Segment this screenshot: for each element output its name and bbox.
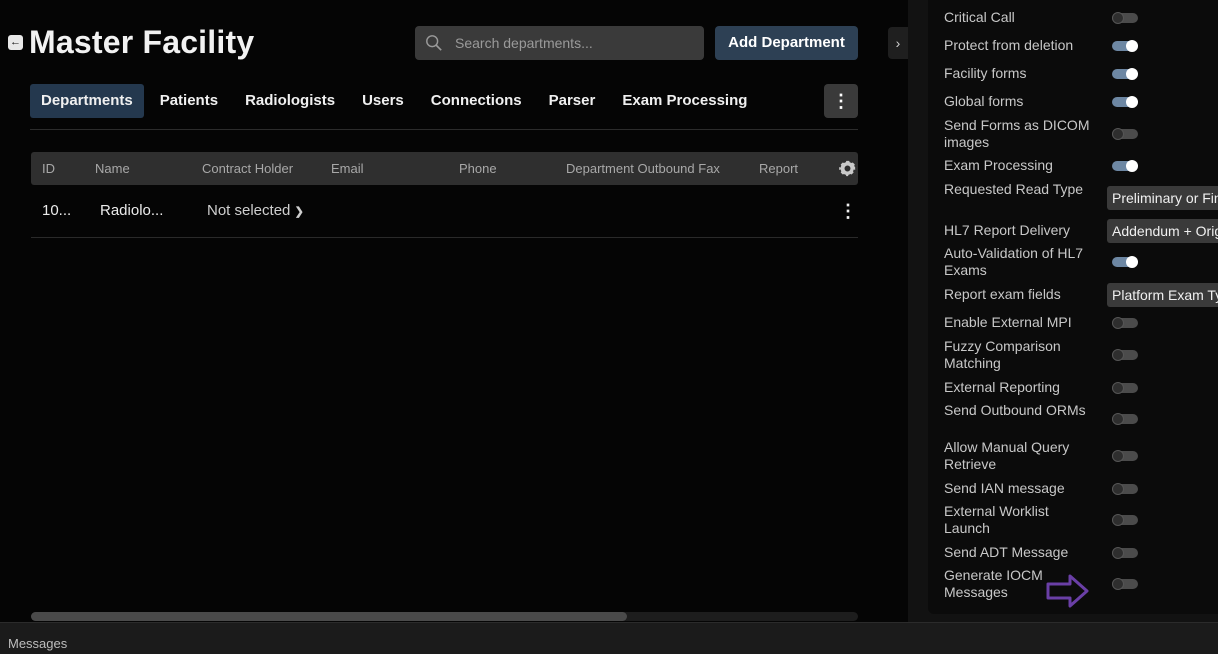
select-requested-read-type[interactable]: Preliminary or Final <box>1107 186 1218 210</box>
toggle-auto-validation-of-hl7-exams[interactable] <box>1112 256 1138 268</box>
toggle-knob <box>1112 450 1124 462</box>
setting-label: Exam Processing <box>944 157 1053 173</box>
divider <box>30 129 858 130</box>
setting-label: Send ADT Message <box>944 544 1069 560</box>
toggle-external-worklist-launch[interactable] <box>1112 514 1138 526</box>
gear-icon[interactable] <box>839 160 856 177</box>
cell-name: Radiolo... <box>100 202 164 219</box>
toggle-knob <box>1112 316 1124 329</box>
settings-panel: Critical Call Protect from deletion Facili… <box>928 0 1218 614</box>
toggle-global-forms[interactable] <box>1112 95 1138 108</box>
tab-users[interactable]: Users <box>351 84 415 118</box>
toggle-knob <box>1126 95 1138 108</box>
tab-parser[interactable]: Parser <box>538 84 607 118</box>
setting-label: Allow Manual Query Retrieve <box>944 439 1070 472</box>
toggle-fuzzy-comparison-matching[interactable] <box>1112 349 1138 361</box>
chevron-right-icon[interactable]: › <box>888 27 908 59</box>
tab-radiologists[interactable]: Radiologists <box>234 84 346 118</box>
setting-label: External Worklist Launch <box>944 503 1049 536</box>
table-header: ID Name Contract Holder Email Phone Depa… <box>31 152 858 185</box>
toggle-send-outbound-orms[interactable] <box>1112 413 1138 425</box>
toggle-external-reporting[interactable] <box>1112 381 1138 394</box>
column-header-name[interactable]: Name <box>95 152 130 185</box>
toggle-send-adt-message[interactable] <box>1112 546 1138 559</box>
toggle-allow-manual-query-retrieve[interactable] <box>1112 450 1138 462</box>
toggle-send-ian-message[interactable] <box>1112 482 1138 495</box>
messages-label: Messages <box>8 636 68 651</box>
toggle-knob <box>1126 39 1138 52</box>
contract-holder-select[interactable]: Not selected ❯ <box>207 186 304 237</box>
setting-label: Send Outbound ORMs <box>944 402 1086 418</box>
table-row[interactable]: 10... Radiolo... Not selected ❯ ⋮ <box>31 186 858 238</box>
setting-label: Send Forms as DICOM images <box>944 117 1090 150</box>
page-title: Master Facility <box>29 24 255 60</box>
toggle-generate-iocm-messages[interactable] <box>1112 578 1138 590</box>
column-header-phone[interactable]: Phone <box>459 152 497 185</box>
search-box[interactable] <box>415 26 704 60</box>
toggle-knob <box>1112 546 1124 559</box>
arrow-right-icon <box>1046 574 1089 608</box>
toggle-knob <box>1112 413 1124 425</box>
toggle-facility-forms[interactable] <box>1112 67 1138 80</box>
search-input[interactable] <box>455 26 695 60</box>
toggle-send-forms-as-dicom-images[interactable] <box>1112 128 1138 140</box>
column-header-id[interactable]: ID <box>42 152 55 185</box>
setting-label: Report exam fields <box>944 286 1061 302</box>
tab-exam-processing[interactable]: Exam Processing <box>611 84 758 118</box>
setting-label: Critical Call <box>944 9 1015 25</box>
toggle-protect-from-deletion[interactable] <box>1112 39 1138 52</box>
scrollbar-thumb[interactable] <box>31 612 627 621</box>
setting-label: Requested Read Type <box>944 181 1084 197</box>
setting-label: Global forms <box>944 93 1024 109</box>
select-hl7-report-delivery[interactable]: Addendum + Original <box>1107 218 1218 243</box>
setting-label: HL7 Report Delivery <box>944 222 1071 238</box>
select-report-exam-fields[interactable]: Platform Exam Type <box>1107 282 1218 307</box>
chevron-down-icon: ❯ <box>294 206 304 218</box>
column-header-report[interactable]: Report <box>759 152 798 185</box>
toggle-exam-processing[interactable] <box>1112 159 1138 172</box>
setting-label: Send IAN message <box>944 480 1065 496</box>
toggle-critical-call[interactable] <box>1112 11 1138 24</box>
main-content: ← Master Facility Add Department › Depar… <box>0 0 908 622</box>
toggle-knob <box>1112 514 1124 526</box>
contract-holder-value: Not selected <box>207 202 291 219</box>
toggle-knob <box>1126 159 1138 172</box>
toggle-knob <box>1126 67 1138 80</box>
setting-label: Enable External MPI <box>944 314 1072 330</box>
row-options-icon[interactable]: ⋮ <box>839 186 857 236</box>
toggle-knob <box>1112 349 1124 361</box>
toggle-enable-external-mpi[interactable] <box>1112 316 1138 329</box>
tab-departments[interactable]: Departments <box>30 84 144 118</box>
toggle-knob <box>1112 381 1124 394</box>
toggle-knob <box>1112 482 1124 495</box>
setting-label: External Reporting <box>944 379 1060 395</box>
setting-label: Facility forms <box>944 65 1027 81</box>
tab-bar: Departments Patients Radiologists Users … <box>30 84 763 118</box>
toggle-knob <box>1126 256 1138 268</box>
setting-label: Auto-Validation of HL7 Exams <box>944 245 1084 278</box>
column-header-email[interactable]: Email <box>331 152 364 185</box>
back-arrow-icon[interactable]: ← <box>8 35 23 50</box>
cell-id: 10... <box>42 202 72 219</box>
setting-label: Fuzzy Comparison Matching <box>944 338 1061 371</box>
setting-label: Protect from deletion <box>944 37 1074 53</box>
messages-bar[interactable]: Messages <box>0 622 1218 654</box>
tab-connections[interactable]: Connections <box>420 84 533 118</box>
toggle-knob <box>1112 578 1124 590</box>
column-header-outbound-fax[interactable]: Department Outbound Fax <box>566 152 720 185</box>
toggle-knob <box>1112 128 1124 140</box>
search-icon <box>426 35 442 51</box>
column-header-contract-holder[interactable]: Contract Holder <box>202 152 293 185</box>
tab-patients[interactable]: Patients <box>149 84 229 118</box>
horizontal-scrollbar[interactable] <box>31 612 858 621</box>
more-options-icon[interactable]: ⋮ <box>824 84 858 118</box>
toggle-knob <box>1112 11 1124 24</box>
add-department-button[interactable]: Add Department <box>715 26 858 60</box>
